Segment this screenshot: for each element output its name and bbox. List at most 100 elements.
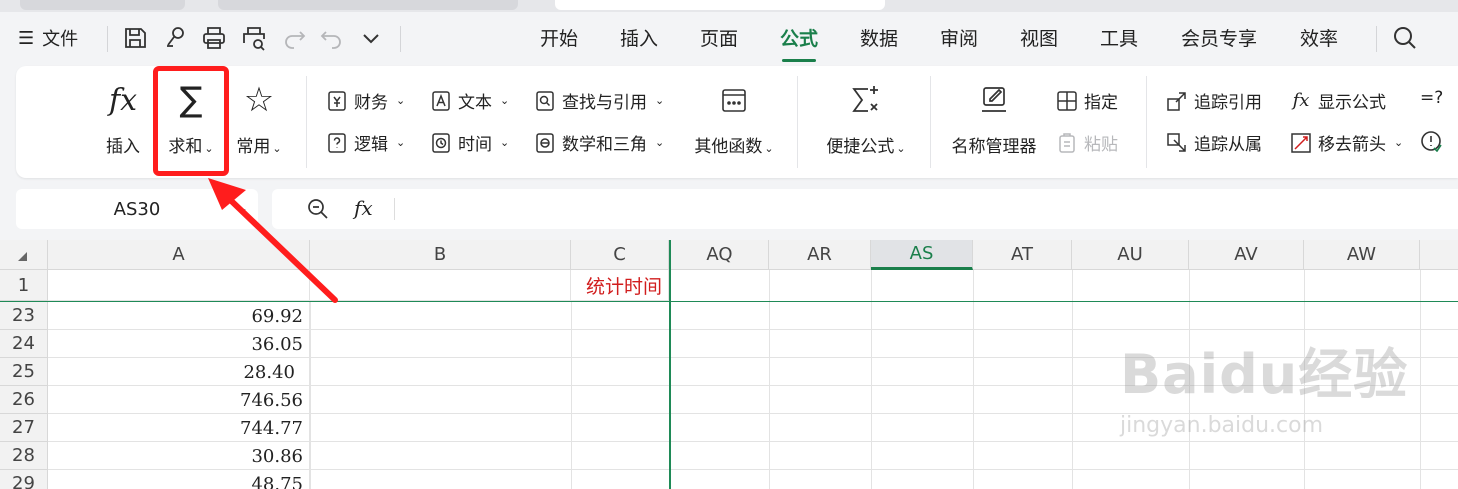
- lookup-label: 查找与引用: [562, 93, 647, 113]
- freeze-pane-vertical: [669, 240, 671, 489]
- text-functions-dropdown[interactable]: 文本 ⌄: [430, 88, 509, 113]
- file-menu-label: 文件: [42, 29, 79, 50]
- evaluate-formula-button[interactable]: =?: [1420, 88, 1443, 108]
- divider: [394, 198, 395, 220]
- name-manager-button[interactable]: 名称管理器: [946, 78, 1042, 157]
- logic-label: 逻辑: [354, 135, 388, 155]
- question-doc-icon: [326, 132, 348, 154]
- lookup-doc-icon: [534, 90, 556, 112]
- star-icon: ☆: [243, 80, 275, 120]
- window-tab-strip: [0, 0, 1458, 12]
- watermark-url: jingyan.baidu.com: [1120, 413, 1324, 438]
- tab-page[interactable]: 页面: [690, 24, 748, 54]
- tab-member[interactable]: 会员专享: [1170, 24, 1268, 54]
- divider: [1146, 76, 1147, 168]
- finance-label: 财务: [354, 93, 388, 113]
- grid-icon: [1056, 90, 1078, 112]
- other-functions-label: 其他函数 ⌄: [694, 137, 774, 157]
- text-label: 文本: [458, 93, 492, 113]
- tab-view[interactable]: 视图: [1010, 24, 1068, 54]
- trace-dependents-label: 追踪从属: [1194, 135, 1262, 155]
- spreadsheet-app: ☰ 文件 开始 插入 页面 公式 数据 审阅 视图 工具 会员专享 效率 fx …: [0, 0, 1458, 489]
- window-tab-active[interactable]: [555, 0, 885, 10]
- trace-precedents-icon: [1166, 90, 1188, 112]
- more-functions-icon: [719, 78, 749, 122]
- quick-formula-button[interactable]: 便捷公式 ⌄: [820, 78, 912, 157]
- paste-label: 粘贴: [1084, 135, 1118, 155]
- evaluate-formula-label: =?: [1420, 88, 1444, 108]
- show-formulas-label: 显示公式: [1318, 93, 1386, 113]
- name-manager-icon: [978, 78, 1010, 122]
- file-menu[interactable]: ☰ 文件: [18, 24, 78, 52]
- formula-ribbon: fx 插入 ∑ 求和⌄ ☆ 常用⌄ 财务⌄ 逻辑⌄ 文本⌄ 时间⌄: [16, 66, 1458, 178]
- error-check-icon: [1420, 130, 1442, 152]
- divider: [306, 76, 307, 168]
- name-box[interactable]: AS30 ⌄: [16, 189, 258, 229]
- print-preview-icon[interactable]: [240, 24, 268, 52]
- math-label: 数学和三角: [562, 135, 647, 155]
- divider: [107, 26, 108, 52]
- insert-function-button[interactable]: fx 插入: [98, 78, 148, 158]
- search-icon[interactable]: [1391, 24, 1419, 52]
- lookup-functions-dropdown[interactable]: 查找与引用 ⌄: [534, 88, 664, 113]
- tab-insert[interactable]: 插入: [610, 24, 668, 54]
- insert-function-label: 插入: [106, 137, 140, 157]
- divider: [797, 76, 798, 168]
- annotation-highlight-box: [153, 66, 229, 176]
- time-label: 时间: [458, 135, 492, 155]
- format-painter-icon[interactable]: [161, 24, 189, 52]
- sigma-plus-icon: [848, 78, 884, 122]
- freeze-pane-horizontal: [0, 301, 1458, 302]
- yen-doc-icon: [326, 90, 348, 112]
- tab-data[interactable]: 数据: [850, 24, 908, 54]
- name-manager-label: 名称管理器: [951, 137, 1037, 157]
- divider: [1376, 26, 1377, 52]
- divider: [400, 26, 401, 52]
- remove-arrows-label: 移去箭头: [1318, 135, 1386, 155]
- show-formulas-icon: fx: [1292, 90, 1310, 111]
- math-functions-dropdown[interactable]: 数学和三角 ⌄: [534, 130, 664, 155]
- tab-tools[interactable]: 工具: [1090, 24, 1148, 54]
- trace-dependents-button[interactable]: 追踪从属: [1166, 130, 1262, 155]
- define-label: 指定: [1084, 93, 1118, 113]
- redo-icon[interactable]: [280, 24, 308, 52]
- divider: [930, 76, 931, 168]
- watermark-brand: Baidu经验: [1120, 343, 1409, 406]
- quick-formula-label: 便捷公式 ⌄: [826, 137, 906, 157]
- paste-name-button[interactable]: 粘贴: [1056, 130, 1118, 155]
- save-icon[interactable]: [121, 24, 149, 52]
- print-icon[interactable]: [200, 24, 228, 52]
- chevron-down-icon[interactable]: [357, 24, 385, 52]
- trace-precedents-button[interactable]: 追踪引用: [1166, 88, 1262, 113]
- error-check-button[interactable]: [1420, 130, 1442, 152]
- math-doc-icon: [534, 132, 556, 154]
- trace-precedents-label: 追踪引用: [1194, 93, 1262, 113]
- text-doc-icon: [430, 90, 452, 112]
- remove-arrows-dropdown[interactable]: 移去箭头 ⌄: [1290, 130, 1403, 155]
- show-formulas-button[interactable]: fx 显示公式: [1290, 88, 1386, 113]
- fx-icon: fx: [108, 82, 138, 118]
- window-tab[interactable]: [218, 0, 518, 10]
- other-functions-button[interactable]: 其他函数 ⌄: [688, 78, 780, 157]
- hamburger-icon: ☰: [18, 27, 34, 49]
- tab-efficiency[interactable]: 效率: [1290, 24, 1348, 54]
- menu-bar: ☰ 文件 开始 插入 页面 公式 数据 审阅 视图 工具 会员专享 效率: [0, 12, 1458, 64]
- zoom-out-icon[interactable]: [306, 197, 330, 221]
- clipboard-icon: [1056, 132, 1078, 154]
- chevron-down-icon[interactable]: ⌄: [238, 201, 248, 215]
- define-name-button[interactable]: 指定: [1056, 88, 1118, 113]
- watermark: Baidu经验 jingyan.baidu.com: [1120, 330, 1408, 438]
- fx-icon[interactable]: fx: [354, 196, 373, 220]
- window-tab[interactable]: [20, 0, 185, 10]
- tab-formulas[interactable]: 公式: [770, 24, 828, 54]
- clock-icon: [430, 132, 452, 154]
- tab-review[interactable]: 审阅: [930, 24, 988, 54]
- formula-bar[interactable]: fx: [272, 189, 1458, 229]
- tab-home[interactable]: 开始: [530, 24, 588, 54]
- time-functions-dropdown[interactable]: 时间 ⌄: [430, 130, 509, 155]
- logic-functions-dropdown[interactable]: 逻辑 ⌄: [326, 130, 405, 155]
- finance-functions-dropdown[interactable]: 财务 ⌄: [326, 88, 405, 113]
- common-functions-button[interactable]: ☆ 常用 ⌄: [228, 78, 290, 157]
- remove-arrows-icon: [1290, 132, 1312, 154]
- undo-icon[interactable]: [318, 24, 346, 52]
